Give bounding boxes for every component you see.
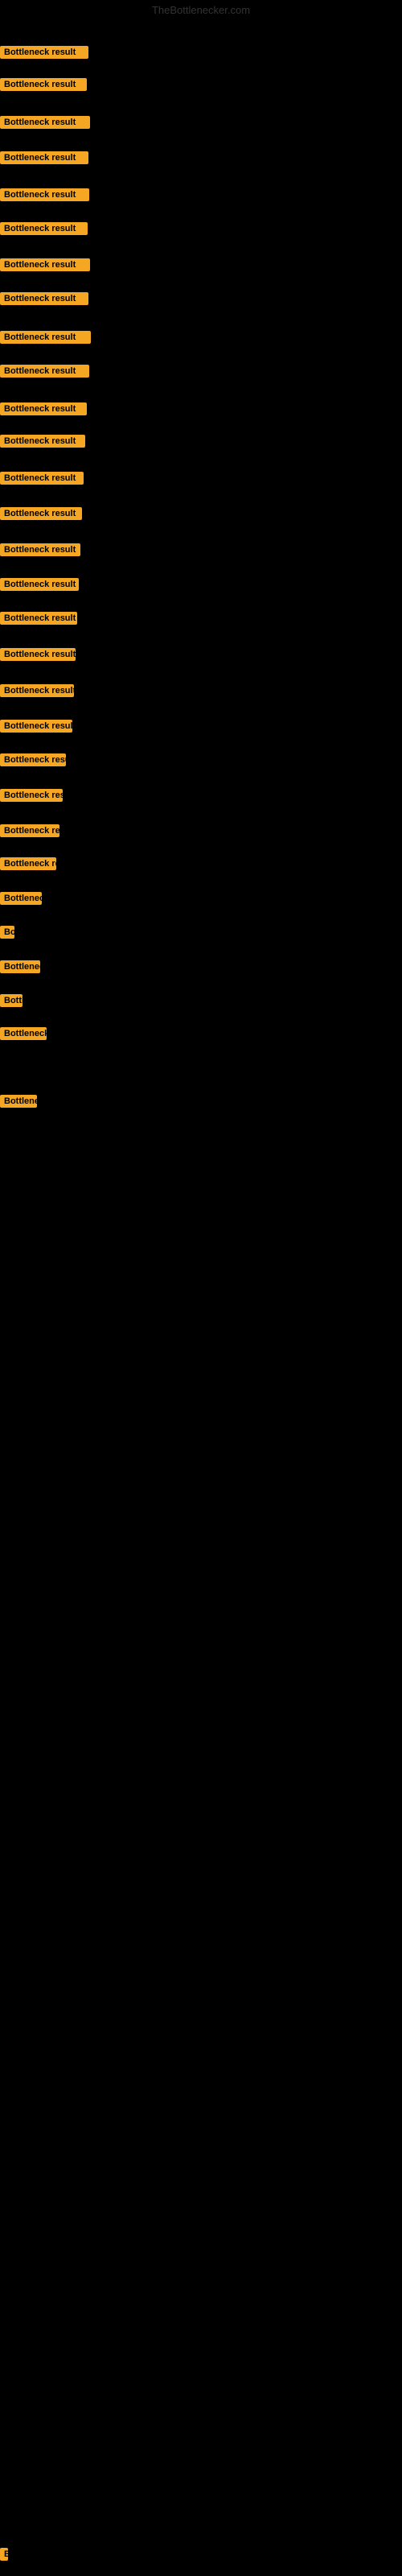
bottleneck-badge-16[interactable]: Bottleneck result — [0, 578, 79, 591]
bottleneck-badge-15[interactable]: Bottleneck result — [0, 543, 80, 556]
bottleneck-badge-27[interactable]: Bottleneck result — [0, 960, 40, 973]
bottleneck-badge-25[interactable]: Bottleneck result — [0, 892, 42, 905]
site-title: TheBottlenecker.com — [152, 4, 250, 16]
bottleneck-badge-11[interactable]: Bottleneck result — [0, 402, 87, 415]
bottleneck-badge-2[interactable]: Bottleneck result — [0, 78, 87, 91]
bottleneck-badge-18[interactable]: Bottleneck result — [0, 648, 76, 661]
bottleneck-badge-13[interactable]: Bottleneck result — [0, 472, 84, 485]
bottleneck-badge-26[interactable]: Bottleneck result — [0, 926, 14, 939]
bottleneck-badge-28[interactable]: Bottleneck result — [0, 994, 23, 1007]
bottleneck-badge-17[interactable]: Bottleneck result — [0, 612, 77, 625]
bottleneck-badge-22[interactable]: Bottleneck result — [0, 789, 63, 802]
bottleneck-badge-6[interactable]: Bottleneck result — [0, 222, 88, 235]
bottleneck-badge-1[interactable]: Bottleneck result — [0, 46, 88, 59]
bottleneck-badge-21[interactable]: Bottleneck result — [0, 753, 66, 766]
bottleneck-badge-29[interactable]: Bottleneck result — [0, 1027, 47, 1040]
bottleneck-badge-31[interactable]: Bottleneck result — [0, 2548, 8, 2561]
bottleneck-badge-7[interactable]: Bottleneck result — [0, 258, 90, 271]
bottleneck-badge-14[interactable]: Bottleneck result — [0, 507, 82, 520]
bottleneck-badge-5[interactable]: Bottleneck result — [0, 188, 89, 201]
bottleneck-badge-20[interactable]: Bottleneck result — [0, 720, 72, 733]
bottleneck-badge-12[interactable]: Bottleneck result — [0, 435, 85, 448]
bottleneck-badge-9[interactable]: Bottleneck result — [0, 331, 91, 344]
bottleneck-badge-4[interactable]: Bottleneck result — [0, 151, 88, 164]
bottleneck-badge-30[interactable]: Bottleneck result — [0, 1095, 37, 1108]
bottleneck-badge-23[interactable]: Bottleneck result — [0, 824, 59, 837]
bottleneck-badge-10[interactable]: Bottleneck result — [0, 365, 89, 378]
bottleneck-badge-3[interactable]: Bottleneck result — [0, 116, 90, 129]
bottleneck-badge-8[interactable]: Bottleneck result — [0, 292, 88, 305]
bottleneck-badge-19[interactable]: Bottleneck result — [0, 684, 74, 697]
bottleneck-badge-24[interactable]: Bottleneck result — [0, 857, 56, 870]
